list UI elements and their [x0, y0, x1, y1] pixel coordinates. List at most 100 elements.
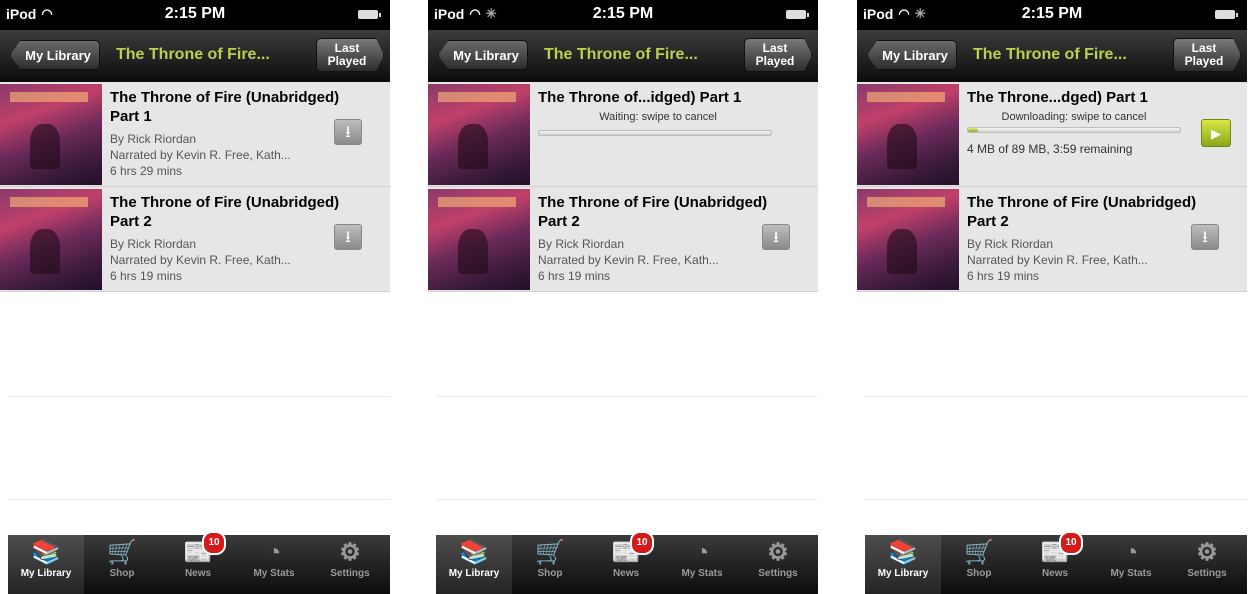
news-badge: 10: [1059, 531, 1083, 555]
divider: [865, 396, 1247, 397]
tab-label: Settings: [758, 568, 798, 579]
tab-bar: 📚 My Library 🛒 Shop 📰 10 News ◔ My Stats ⚙ Set…: [865, 531, 1247, 594]
news-badge: 10: [630, 531, 654, 555]
book-title: The Throne of Fire (Unabridged) Part 1: [110, 89, 340, 125]
tab-news[interactable]: 📰 10 News: [160, 531, 236, 594]
book-narrator: Narrated by Kevin R. Free, Kath...: [538, 253, 719, 267]
tab-settings[interactable]: ⚙ Settings: [740, 535, 816, 594]
tab-label: Settings: [1187, 568, 1227, 579]
tab-shop[interactable]: 🛒 Shop: [941, 535, 1017, 594]
tab-my-library[interactable]: 📚 My Library: [865, 535, 941, 594]
status-time: 2:15 PM: [592, 5, 654, 22]
tab-bar: 📚 My Library 🛒 Shop 📰 10 News ◔ My Stats ⚙ Set…: [8, 531, 390, 594]
divider: [436, 499, 818, 500]
download-remaining: 4 MB of 89 MB, 3:59 remaining: [967, 142, 1133, 156]
download-button[interactable]: ⭳: [334, 119, 362, 145]
my-library-back-button[interactable]: My Library: [10, 40, 100, 70]
book-cover-image: [428, 84, 530, 185]
book-row-part-1[interactable]: The Throne of Fire (Unabridged) Part 1 B…: [0, 82, 390, 187]
tab-news[interactable]: 📰 10 News: [588, 531, 664, 594]
status-bar: iPod ◠ 2:15 PM: [0, 0, 390, 30]
stats-icon: ◔: [1123, 539, 1139, 566]
tab-label: Settings: [330, 568, 370, 579]
play-button[interactable]: ▶: [1201, 119, 1231, 147]
screen-downloading: iPod ◠ ✳ 2:15 PM My Library The Throne o…: [857, 0, 1247, 594]
my-library-back-button[interactable]: My Library: [867, 40, 957, 70]
book-row-part-1[interactable]: The Throne...dged) Part 1 Downloading: s…: [857, 82, 1247, 187]
gears-icon: ⚙: [767, 539, 789, 566]
news-badge: 10: [202, 531, 226, 555]
book-author: By Rick Riordan: [538, 237, 625, 251]
divider: [8, 396, 390, 397]
stats-icon: ◔: [694, 539, 710, 566]
nav-bar: My Library The Throne of Fire... Last Pl…: [0, 30, 390, 82]
tab-my-library[interactable]: 📚 My Library: [436, 535, 512, 594]
divider: [865, 499, 1247, 500]
download-button[interactable]: ⭳: [1191, 224, 1219, 250]
tab-shop[interactable]: 🛒 Shop: [84, 535, 160, 594]
download-arrow-icon: ⭳: [345, 229, 351, 246]
play-icon: ▶: [1211, 126, 1221, 141]
book-title: The Throne of Fire (Unabridged) Part 2: [538, 194, 768, 230]
progress-fill: [968, 128, 978, 132]
tab-label: My Library: [877, 568, 929, 579]
book-duration: 6 hrs 19 mins: [110, 269, 183, 283]
last-played-button[interactable]: Last Played: [744, 38, 812, 72]
books-icon: 📚: [459, 539, 489, 566]
tab-shop[interactable]: 🛒 Shop: [512, 535, 588, 594]
tab-settings[interactable]: ⚙ Settings: [312, 535, 388, 594]
book-cover-image: [0, 84, 102, 185]
book-row-part-2[interactable]: The Throne of Fire (Unabridged) Part 2 B…: [0, 187, 390, 292]
book-title: The Throne of...idged) Part 1: [538, 89, 742, 106]
nav-title: The Throne of Fire...: [116, 46, 270, 63]
book-cover-image: [857, 84, 959, 185]
nav-title: The Throne of Fire...: [544, 46, 698, 63]
cart-icon: 🛒: [535, 539, 565, 566]
books-icon: 📚: [31, 539, 61, 566]
book-row-part-2[interactable]: The Throne of Fire (Unabridged) Part 2 B…: [428, 187, 818, 292]
download-arrow-icon: ⭳: [773, 229, 779, 246]
tab-settings[interactable]: ⚙ Settings: [1169, 535, 1245, 594]
screen-waiting: iPod ◠ ✳ 2:15 PM My Library The Throne o…: [428, 0, 818, 594]
download-progress-bar: [967, 127, 1181, 133]
divider: [436, 396, 818, 397]
divider: [8, 499, 390, 500]
download-arrow-icon: ⭳: [1202, 229, 1208, 246]
book-title: The Throne of Fire (Unabridged) Part 2: [967, 194, 1197, 230]
download-arrow-icon: ⭳: [345, 124, 351, 141]
tab-my-library[interactable]: 📚 My Library: [8, 535, 84, 594]
tab-my-stats[interactable]: ◔ My Stats: [1093, 535, 1169, 594]
tab-label: Shop: [537, 568, 563, 579]
tab-label: News: [1041, 568, 1069, 579]
tab-label: My Library: [448, 568, 500, 579]
stats-icon: ◔: [266, 539, 282, 566]
book-narrator: Narrated by Kevin R. Free, Kath...: [967, 253, 1148, 267]
nav-bar: My Library The Throne of Fire... Last Pl…: [428, 30, 818, 82]
download-status: Waiting: swipe to cancel: [599, 111, 717, 123]
battery-icon: [1215, 10, 1238, 19]
last-played-button[interactable]: Last Played: [316, 38, 384, 72]
download-button[interactable]: ⭳: [334, 224, 362, 250]
tab-bar: 📚 My Library 🛒 Shop 📰 10 News ◔ My Stats ⚙ Set…: [436, 531, 818, 594]
gears-icon: ⚙: [1196, 539, 1218, 566]
download-button[interactable]: ⭳: [762, 224, 790, 250]
book-row-part-2[interactable]: The Throne of Fire (Unabridged) Part 2 B…: [857, 187, 1247, 292]
tab-news[interactable]: 📰 10 News: [1017, 531, 1093, 594]
tab-label: My Stats: [253, 568, 295, 579]
book-row-part-1[interactable]: The Throne of...idged) Part 1 Waiting: s…: [428, 82, 818, 187]
tab-my-stats[interactable]: ◔ My Stats: [664, 535, 740, 594]
book-duration: 6 hrs 19 mins: [538, 269, 611, 283]
book-list: The Throne...dged) Part 1 Downloading: s…: [857, 82, 1247, 292]
book-duration: 6 hrs 19 mins: [967, 269, 1040, 283]
gears-icon: ⚙: [339, 539, 361, 566]
last-played-button[interactable]: Last Played: [1173, 38, 1241, 72]
status-bar: iPod ◠ ✳ 2:15 PM: [428, 0, 818, 30]
waiting-spinner-icon: ◌: [788, 122, 798, 139]
nav-title: The Throne of Fire...: [973, 46, 1127, 63]
tab-label: My Library: [20, 568, 72, 579]
tab-label: News: [184, 568, 212, 579]
my-library-back-button[interactable]: My Library: [438, 40, 528, 70]
book-author: By Rick Riordan: [110, 237, 197, 251]
battery-icon: [786, 10, 809, 19]
tab-my-stats[interactable]: ◔ My Stats: [236, 535, 312, 594]
